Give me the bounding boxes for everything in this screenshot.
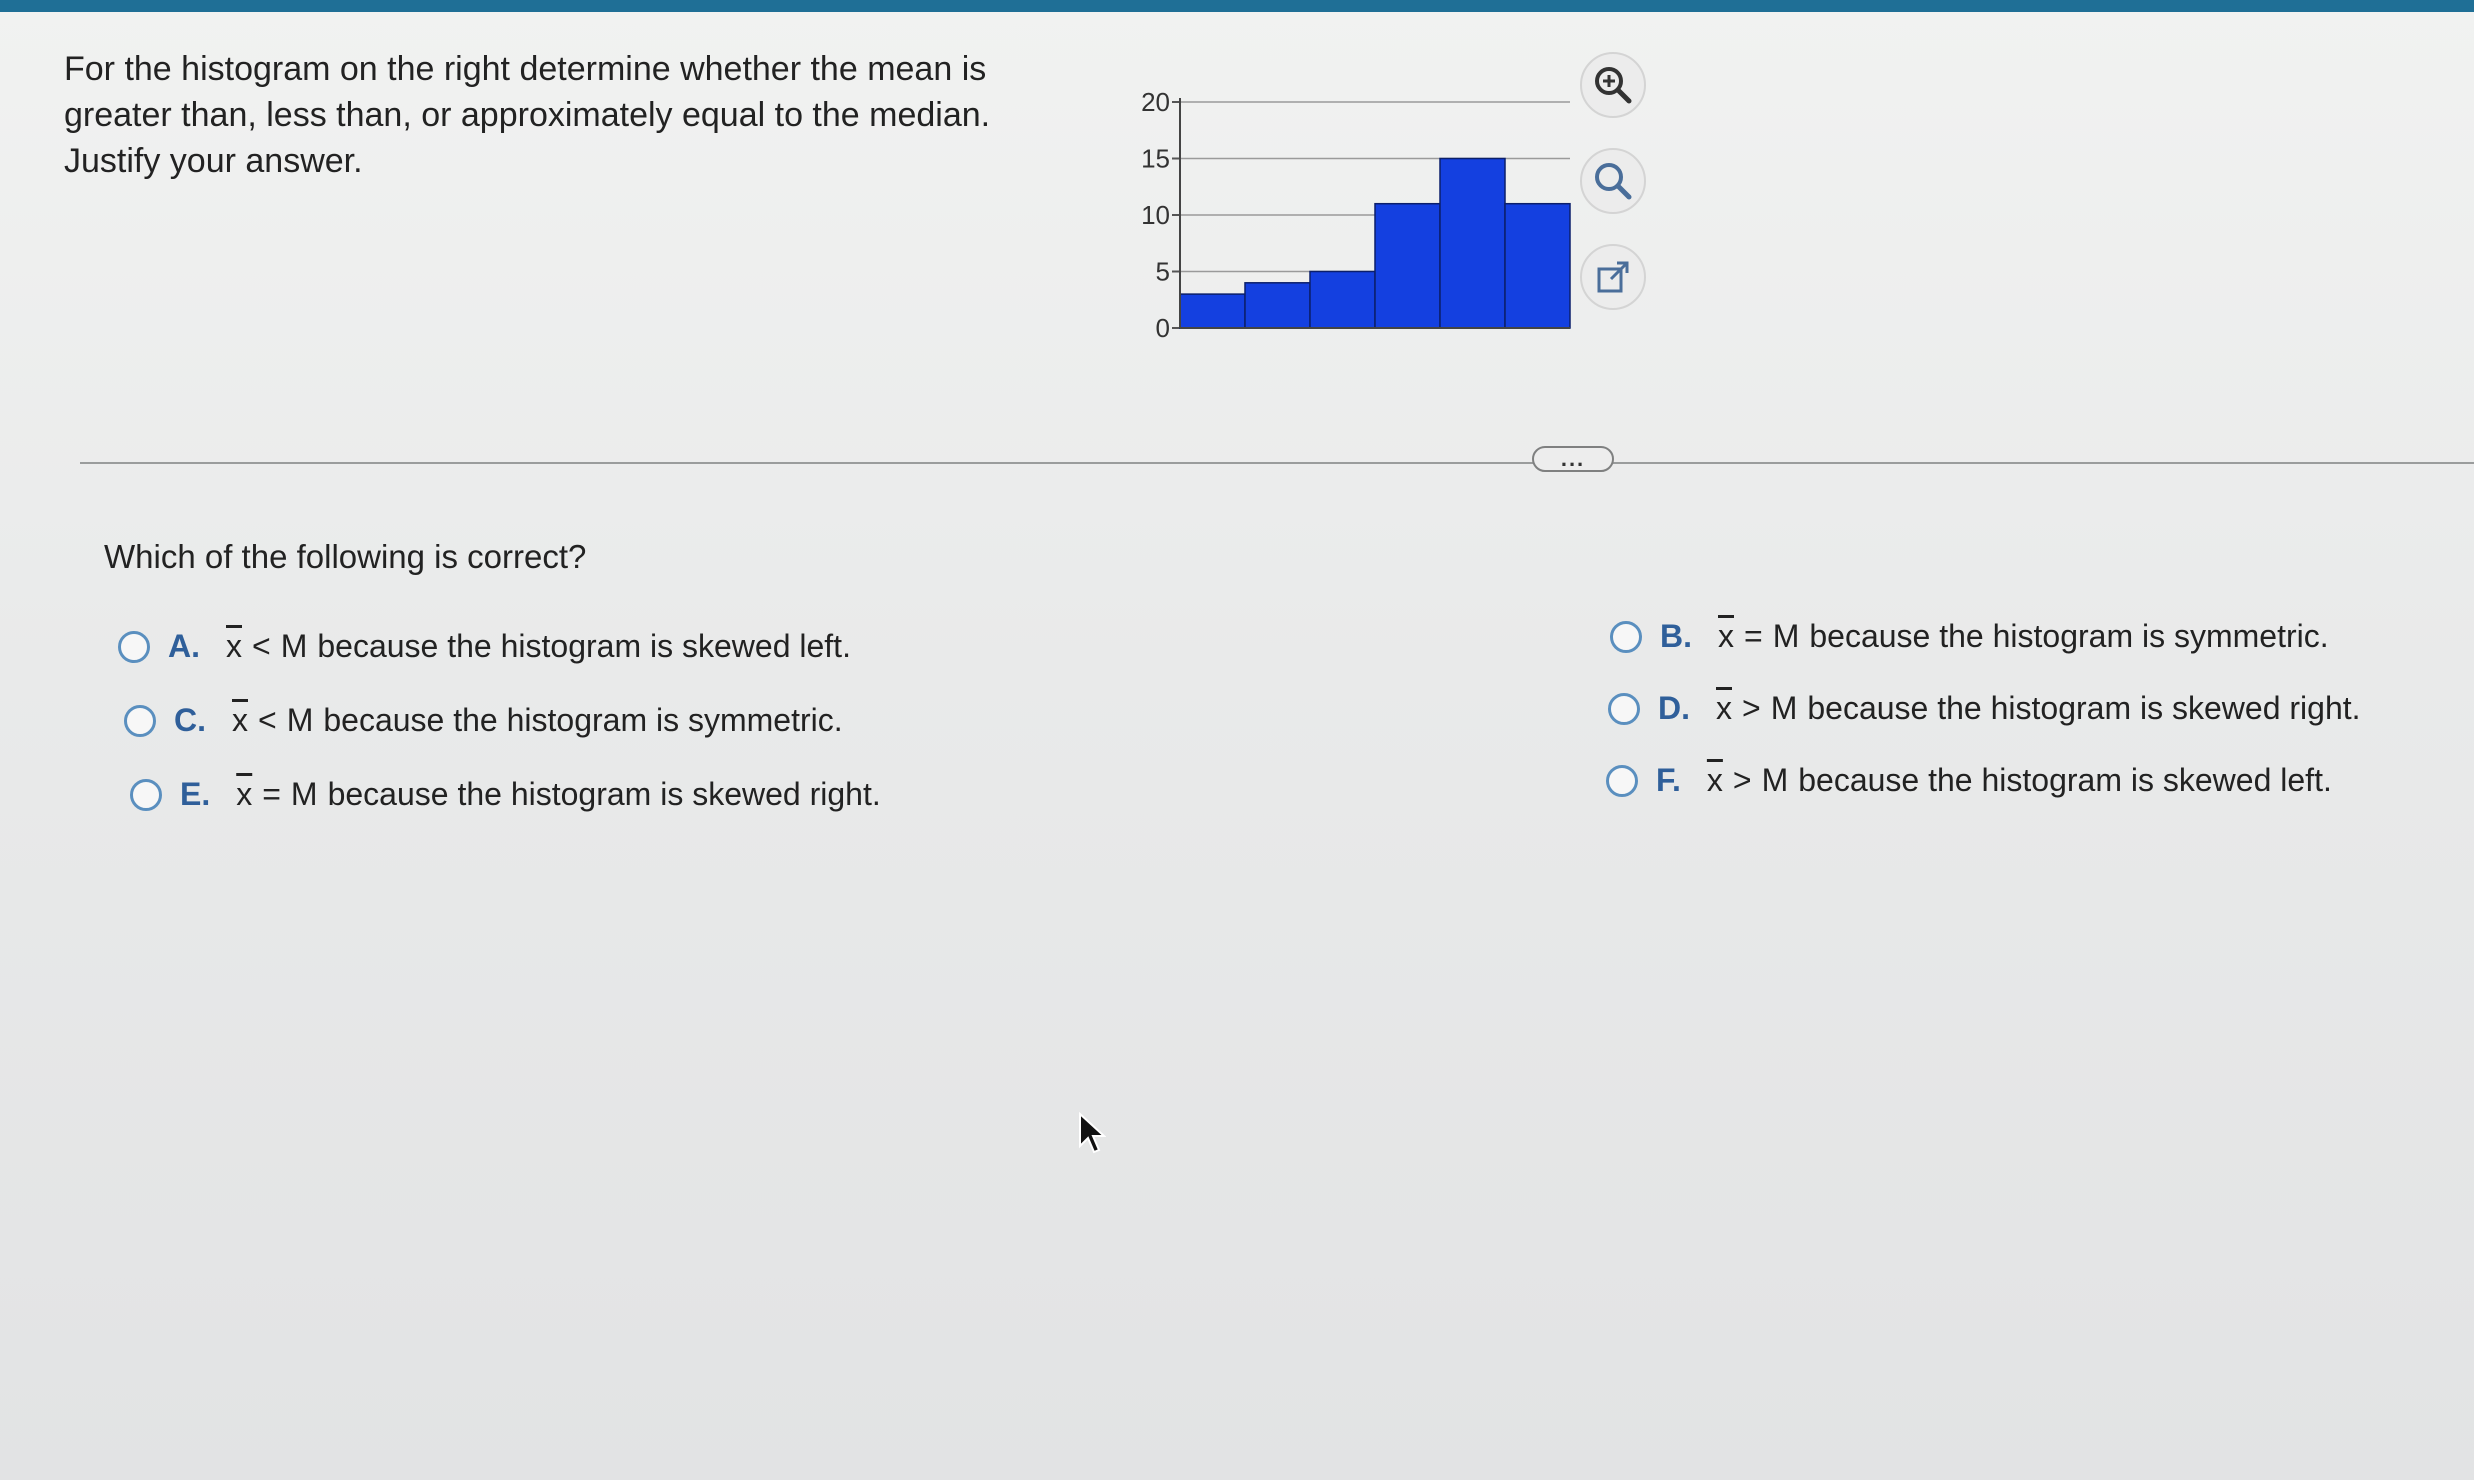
zoom-out-button[interactable]	[1580, 148, 1646, 214]
radio-button[interactable]	[118, 630, 150, 663]
relation-symbol: <	[252, 628, 271, 664]
option-f[interactable]: F. x > M because the histogram is skewed…	[1606, 762, 2332, 799]
mean-symbol: x	[1718, 618, 1734, 654]
more-toggle-button[interactable]: ...	[1532, 446, 1614, 472]
option-text: because the histogram is skewed right.	[327, 776, 881, 812]
relation-symbol: <	[258, 702, 277, 738]
radio-button[interactable]	[124, 704, 156, 737]
top-accent-bar	[0, 0, 2474, 12]
histogram-bar	[1244, 282, 1311, 329]
section-divider	[80, 462, 2474, 464]
y-tick-label: 20	[1141, 87, 1170, 117]
question-line-2: greater than, less than, or approximatel…	[64, 96, 991, 134]
option-letter: B.	[1660, 618, 1692, 654]
zoom-in-icon	[1595, 67, 1632, 104]
histogram-svg: 0 5 10 15 20	[1141, 87, 1571, 343]
mean-symbol: x	[1716, 690, 1732, 726]
option-a[interactable]: A. x < M because the histogram is skewed…	[118, 628, 851, 665]
option-c[interactable]: C. x < M because the histogram is symmet…	[124, 702, 843, 739]
popout-button[interactable]	[1580, 244, 1646, 310]
option-e[interactable]: E. x = M because the histogram is skewed…	[130, 776, 881, 813]
option-text: because the histogram is symmetric.	[323, 702, 843, 738]
relation-symbol: >	[1732, 762, 1752, 798]
y-tick-label: 10	[1141, 200, 1170, 230]
mean-symbol: x	[236, 776, 253, 812]
radio-button[interactable]	[1606, 764, 1638, 797]
option-letter: E.	[180, 776, 211, 812]
y-tick-label: 15	[1141, 144, 1170, 174]
mean-symbol: x	[226, 628, 242, 664]
chart-tools	[1580, 52, 1650, 340]
mean-symbol: x	[232, 702, 248, 738]
mean-symbol: x	[1706, 762, 1723, 798]
relation-symbol: =	[1744, 618, 1763, 654]
option-text: because the histogram is symmetric.	[1809, 618, 2329, 654]
median-symbol: M	[290, 776, 318, 812]
histogram-bar	[1504, 202, 1571, 329]
external-link-icon	[1597, 261, 1629, 293]
mouse-cursor-icon	[1078, 1111, 1107, 1161]
histogram-bar	[1179, 293, 1246, 329]
histogram-bar	[1439, 157, 1506, 329]
zoom-out-icon	[1595, 163, 1632, 200]
question-text: For the histogram on the right determine…	[64, 46, 1064, 184]
median-symbol: M	[1770, 690, 1798, 726]
prompt-text: Which of the following is correct?	[104, 538, 587, 575]
relation-symbol: >	[1742, 690, 1761, 726]
y-tick-label: 0	[1156, 313, 1170, 343]
median-symbol: M	[1761, 762, 1789, 798]
question-line-3: Justify your answer.	[64, 142, 363, 180]
radio-button[interactable]	[1608, 692, 1640, 725]
zoom-in-button[interactable]	[1580, 52, 1646, 118]
median-symbol: M	[286, 702, 314, 738]
histogram-chart: 0 5 10 15 20	[1100, 70, 1620, 370]
option-text: because the histogram is skewed left.	[317, 628, 851, 664]
median-symbol: M	[280, 628, 308, 664]
median-symbol: M	[1772, 618, 1800, 654]
histogram-bar	[1309, 270, 1376, 329]
relation-symbol: =	[262, 776, 281, 812]
option-b[interactable]: B. x = M because the histogram is symmet…	[1610, 618, 2329, 655]
option-letter: D.	[1658, 690, 1690, 726]
y-tick-label: 5	[1156, 257, 1170, 287]
radio-button[interactable]	[1610, 620, 1642, 653]
radio-button[interactable]	[130, 778, 162, 811]
option-text: because the histogram is skewed right.	[1807, 690, 2361, 726]
option-letter: F.	[1656, 762, 1681, 798]
histogram-bar	[1374, 202, 1441, 329]
question-line-1: For the histogram on the right determine…	[64, 50, 987, 88]
option-d[interactable]: D. x > M because the histogram is skewed…	[1608, 690, 2361, 727]
option-letter: A.	[168, 628, 200, 664]
option-letter: C.	[174, 702, 206, 738]
option-text: because the histogram is skewed left.	[1798, 762, 2332, 798]
